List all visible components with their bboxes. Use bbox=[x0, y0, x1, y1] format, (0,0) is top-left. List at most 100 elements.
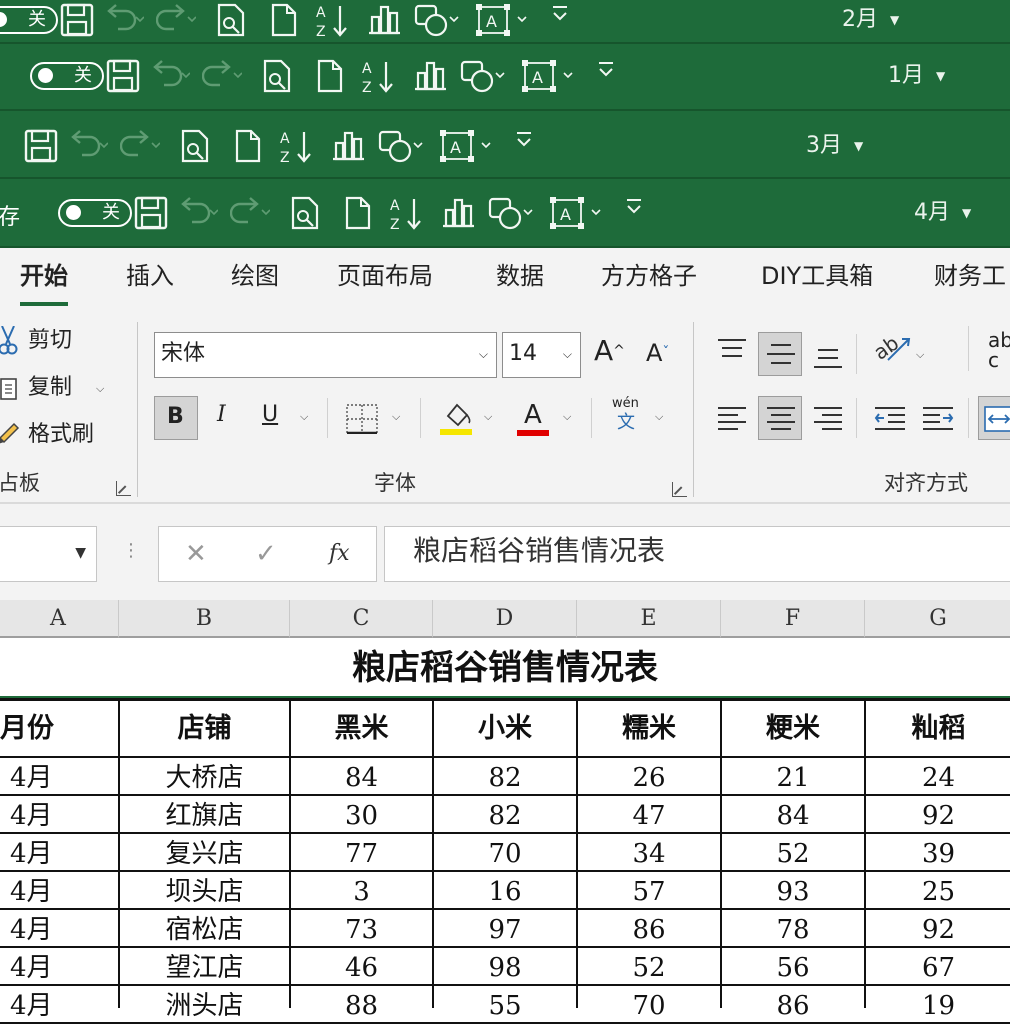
dialog-launcher-icon[interactable] bbox=[672, 482, 687, 497]
table-cell[interactable]: 55 bbox=[433, 986, 577, 1022]
chart-icon[interactable] bbox=[366, 3, 402, 35]
shapes-icon[interactable] bbox=[488, 196, 536, 230]
customize-toolbar-icon[interactable] bbox=[624, 196, 644, 216]
scissors-icon[interactable] bbox=[0, 325, 18, 360]
merge-center-button[interactable] bbox=[978, 396, 1010, 440]
align-middle-button[interactable] bbox=[758, 332, 802, 376]
table-cell[interactable]: 大桥店 bbox=[119, 758, 290, 794]
italic-button[interactable]: I bbox=[217, 400, 226, 430]
column-header-a[interactable]: A bbox=[0, 600, 119, 638]
table-cell[interactable]: 洲头店 bbox=[119, 986, 290, 1022]
table-cell[interactable]: 坝头店 bbox=[119, 872, 290, 908]
tab-insert[interactable]: 插入 bbox=[126, 258, 174, 294]
table-cell[interactable]: 98 bbox=[433, 948, 577, 984]
save-icon[interactable] bbox=[24, 129, 58, 163]
header-cell[interactable]: 小米 bbox=[433, 701, 577, 756]
chevron-down-icon[interactable]: ⌵ bbox=[96, 382, 104, 396]
table-cell[interactable]: 57 bbox=[577, 872, 721, 908]
header-cell[interactable]: 粳米 bbox=[721, 701, 865, 756]
table-cell[interactable]: 3 bbox=[290, 872, 433, 908]
underline-button[interactable]: U bbox=[262, 400, 278, 430]
redo-icon[interactable] bbox=[202, 59, 242, 89]
column-header-d[interactable]: D bbox=[433, 600, 577, 638]
header-cell[interactable]: 店铺 bbox=[119, 701, 290, 756]
table-cell[interactable]: 4月 bbox=[10, 758, 117, 794]
table-cell[interactable]: 4月 bbox=[10, 986, 117, 1022]
table-cell[interactable]: 82 bbox=[433, 796, 577, 832]
autosave-toggle[interactable]: 关 bbox=[0, 6, 58, 34]
tab-draw[interactable]: 绘图 bbox=[231, 258, 279, 294]
chevron-down-icon[interactable]: ⌵ bbox=[392, 410, 400, 424]
header-cell[interactable]: 糯米 bbox=[577, 701, 721, 756]
table-cell[interactable]: 4月 bbox=[10, 834, 117, 870]
table-cell[interactable]: 4月 bbox=[10, 910, 117, 946]
bold-button[interactable]: B bbox=[154, 396, 198, 440]
table-cell[interactable]: 97 bbox=[433, 910, 577, 946]
title-dropdown[interactable]: 1月 ▼ bbox=[888, 63, 945, 89]
save-icon[interactable] bbox=[60, 3, 94, 37]
chevron-down-icon[interactable]: ⌵ bbox=[916, 348, 924, 362]
column-header-b[interactable]: B bbox=[119, 600, 290, 638]
new-document-icon[interactable] bbox=[234, 129, 262, 163]
align-right-icon[interactable] bbox=[813, 406, 843, 436]
header-cell[interactable]: 籼稻 bbox=[865, 701, 1010, 756]
tab-page-layout[interactable]: 页面布局 bbox=[337, 258, 433, 294]
print-preview-icon[interactable] bbox=[216, 3, 246, 37]
redo-icon[interactable] bbox=[120, 129, 160, 159]
table-cell[interactable]: 92 bbox=[865, 910, 1010, 946]
cut-label[interactable]: 剪切 bbox=[28, 326, 72, 356]
autosave-toggle[interactable]: 关 bbox=[30, 62, 104, 90]
tab-home[interactable]: 开始 bbox=[20, 258, 68, 306]
textbox-icon[interactable]: A bbox=[476, 3, 532, 37]
chart-icon[interactable] bbox=[412, 59, 448, 91]
title-dropdown[interactable]: 2月 ▼ bbox=[842, 7, 899, 33]
grow-font-icon[interactable]: A^ bbox=[594, 336, 625, 366]
table-cell[interactable]: 宿松店 bbox=[119, 910, 290, 946]
undo-icon[interactable] bbox=[178, 196, 218, 226]
undo-icon[interactable] bbox=[150, 59, 190, 89]
insert-function-button[interactable]: fx bbox=[329, 539, 350, 569]
new-document-icon[interactable] bbox=[344, 196, 372, 230]
sort-icon[interactable]: AZ bbox=[362, 59, 396, 95]
enter-icon[interactable]: ✓ bbox=[255, 539, 277, 569]
fill-color-icon[interactable] bbox=[440, 400, 474, 440]
table-cell[interactable]: 19 bbox=[865, 986, 1010, 1022]
title-dropdown[interactable]: 4月 ▼ bbox=[914, 200, 971, 226]
table-cell[interactable]: 30 bbox=[290, 796, 433, 832]
copy-label[interactable]: 复制 bbox=[28, 373, 72, 403]
table-cell[interactable]: 88 bbox=[290, 986, 433, 1022]
format-painter-icon[interactable] bbox=[0, 418, 22, 452]
table-cell[interactable]: 25 bbox=[865, 872, 1010, 908]
redo-icon[interactable] bbox=[156, 3, 196, 33]
print-preview-icon[interactable] bbox=[262, 59, 292, 93]
table-cell[interactable]: 73 bbox=[290, 910, 433, 946]
chevron-down-icon[interactable]: ⌵ bbox=[655, 410, 663, 424]
chevron-down-icon[interactable]: ⌵ bbox=[484, 410, 492, 424]
tab-diy-toolbox[interactable]: DIY工具箱 bbox=[761, 258, 873, 294]
wrap-text-icon[interactable]: ab c bbox=[988, 330, 1010, 370]
table-cell[interactable]: 52 bbox=[577, 948, 721, 984]
table-cell[interactable]: 92 bbox=[865, 796, 1010, 832]
save-icon[interactable] bbox=[134, 196, 168, 230]
print-preview-icon[interactable] bbox=[180, 129, 210, 163]
tab-data[interactable]: 数据 bbox=[496, 258, 544, 294]
align-bottom-icon[interactable] bbox=[813, 346, 843, 374]
formula-bar-grip[interactable]: ⋮ bbox=[122, 540, 140, 562]
customize-toolbar-icon[interactable] bbox=[514, 129, 534, 149]
textbox-icon[interactable]: A bbox=[550, 196, 606, 230]
header-cell[interactable]: 黑米 bbox=[290, 701, 433, 756]
chart-icon[interactable] bbox=[440, 196, 476, 228]
undo-icon[interactable] bbox=[104, 3, 144, 33]
table-cell[interactable]: 望江店 bbox=[119, 948, 290, 984]
table-cell[interactable]: 4月 bbox=[10, 796, 117, 832]
shapes-icon[interactable] bbox=[378, 129, 426, 163]
customize-toolbar-icon[interactable] bbox=[596, 59, 616, 79]
tab-finance[interactable]: 财务工 bbox=[934, 258, 1006, 294]
tab-fangfang-grid[interactable]: 方方格子 bbox=[601, 258, 697, 294]
table-cell[interactable]: 红旗店 bbox=[119, 796, 290, 832]
table-cell[interactable]: 77 bbox=[290, 834, 433, 870]
column-header-f[interactable]: F bbox=[721, 600, 865, 638]
align-center-button[interactable] bbox=[758, 396, 802, 440]
table-cell[interactable]: 70 bbox=[577, 986, 721, 1022]
formula-input[interactable]: 粮店稻谷销售情况表 bbox=[384, 526, 1010, 582]
